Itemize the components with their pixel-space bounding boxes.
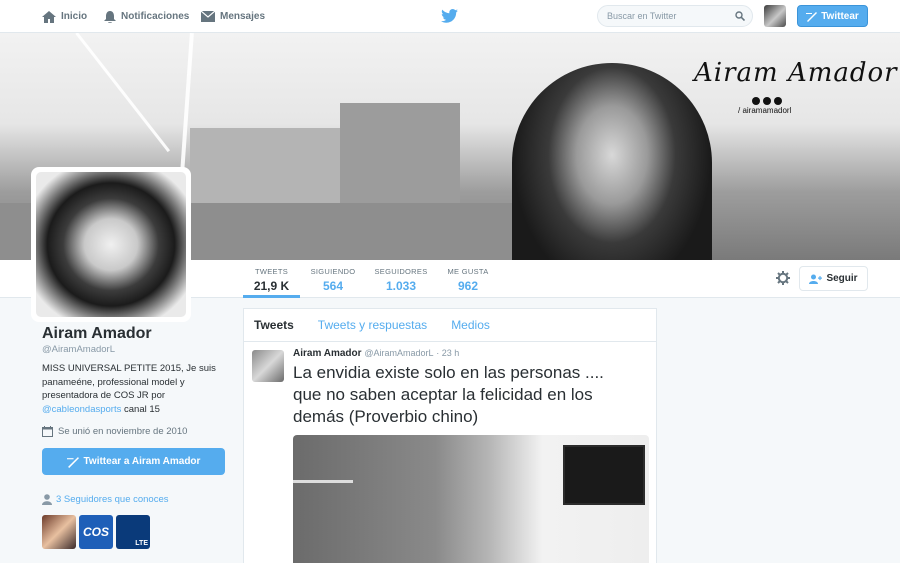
known-follower-avatar[interactable]: COS: [79, 515, 113, 549]
known-followers-list: COS LTE: [42, 515, 150, 549]
profile-name[interactable]: Airam Amador: [42, 325, 152, 343]
nav-messages-label: Mensajes: [220, 11, 266, 22]
home-icon: [42, 10, 56, 23]
follow-button[interactable]: Seguir: [799, 266, 868, 291]
nav-notifications-label: Notificaciones: [121, 11, 190, 22]
media-tv-screen: [563, 445, 645, 505]
bio-suffix: canal 15: [121, 403, 160, 415]
tweet-header: Airam Amador @AiramAmadorL · 23 h: [293, 348, 459, 359]
profile-avatar[interactable]: [31, 167, 191, 322]
stat-followers[interactable]: SEGUIDORES 1.033: [370, 260, 432, 298]
tab-tweets[interactable]: Tweets: [254, 318, 294, 332]
stat-label: ME GUSTA: [447, 267, 489, 276]
gear-icon[interactable]: [776, 271, 790, 285]
banner-light-ray: [75, 33, 171, 153]
stat-value: 962: [457, 279, 479, 293]
stat-value: 21,9 K: [253, 279, 290, 293]
nav-home[interactable]: Inicio: [42, 0, 87, 33]
tweet-author-handle[interactable]: @AiramAmadorL: [364, 348, 433, 358]
tweet-media-image[interactable]: [293, 435, 649, 563]
calendar-icon: [42, 426, 53, 437]
bell-icon: [104, 10, 116, 23]
nav-home-label: Inicio: [61, 11, 88, 22]
tweet-avatar[interactable]: [252, 350, 284, 382]
quill-icon: [806, 11, 818, 22]
stat-following[interactable]: SIGUIENDO 564: [305, 260, 361, 298]
top-navigation: Inicio Notificaciones Mensajes Buscar en…: [0, 0, 900, 33]
followers-you-know[interactable]: 3 Seguidores que conoces: [42, 494, 169, 505]
search-input[interactable]: Buscar en Twitter: [597, 5, 753, 27]
instagram-icon: [763, 97, 771, 105]
stat-label: SEGUIDORES: [374, 267, 428, 276]
stat-label: SIGUIENDO: [310, 267, 356, 276]
media-shelf: [293, 480, 353, 483]
profile-handle[interactable]: @AiramAmadorL: [42, 344, 115, 355]
compose-tweet-label: Twittear: [821, 10, 859, 22]
search-placeholder: Buscar en Twitter: [607, 11, 677, 21]
facebook-icon: [774, 97, 782, 105]
stat-likes[interactable]: ME GUSTA 962: [442, 260, 494, 298]
banner-photo-subject: [512, 63, 712, 260]
known-follower-avatar[interactable]: LTE: [116, 515, 150, 549]
tweet-text: La envidia existe solo en las personas .…: [293, 363, 604, 426]
follow-label: Seguir: [826, 273, 858, 284]
known-follower-avatar[interactable]: [42, 515, 76, 549]
join-date-text: Se unió en noviembre de 2010: [58, 426, 188, 437]
nav-messages[interactable]: Mensajes: [201, 0, 265, 33]
add-user-icon: [809, 274, 823, 284]
bio-link[interactable]: @cableondasports: [42, 404, 121, 415]
envelope-icon: [201, 11, 215, 22]
tweet-timestamp[interactable]: · 23 h: [436, 348, 459, 358]
nav-notifications[interactable]: Notificaciones: [104, 0, 189, 33]
stat-value: 564: [322, 279, 344, 293]
tweet-to-label: Twittear a Airam Amador: [83, 456, 201, 467]
banner-social-icons: [752, 97, 782, 105]
banner-brand-text: Airam Amador: [694, 58, 898, 88]
bio-text: MISS UNIVERSAL PETITE 2015, Je suis pana…: [42, 363, 216, 401]
tweet-author-name[interactable]: Airam Amador: [293, 348, 362, 359]
twitter-bird-icon[interactable]: [441, 9, 458, 23]
quill-icon: [66, 456, 79, 468]
stat-value: 1.033: [385, 279, 417, 293]
profile-avatar-photo: [36, 172, 186, 317]
followers-you-know-label: 3 Seguidores que conoces: [56, 494, 169, 505]
stat-tweets[interactable]: TWEETS 21,9 K: [243, 260, 300, 298]
search-icon[interactable]: [735, 11, 745, 21]
stat-label: TWEETS: [254, 267, 289, 276]
twitter-icon: [752, 97, 760, 105]
tab-tweets-and-replies[interactable]: Tweets y respuestas: [318, 318, 427, 332]
user-avatar-menu[interactable]: [764, 5, 786, 27]
join-date: Se unió en noviembre de 2010: [42, 426, 187, 437]
banner-handle: / airamamadorl: [738, 106, 792, 115]
tab-media[interactable]: Medios: [451, 318, 490, 332]
profile-bio: MISS UNIVERSAL PETITE 2015, Je suis pana…: [42, 362, 232, 416]
tweet-to-button[interactable]: Twittear a Airam Amador: [42, 448, 225, 475]
timeline-tabs: Tweets Tweets y respuestas Medios: [244, 309, 656, 342]
user-icon: [42, 494, 52, 505]
compose-tweet-button[interactable]: Twittear: [797, 5, 868, 27]
timeline: Tweets Tweets y respuestas Medios Airam …: [243, 308, 657, 563]
